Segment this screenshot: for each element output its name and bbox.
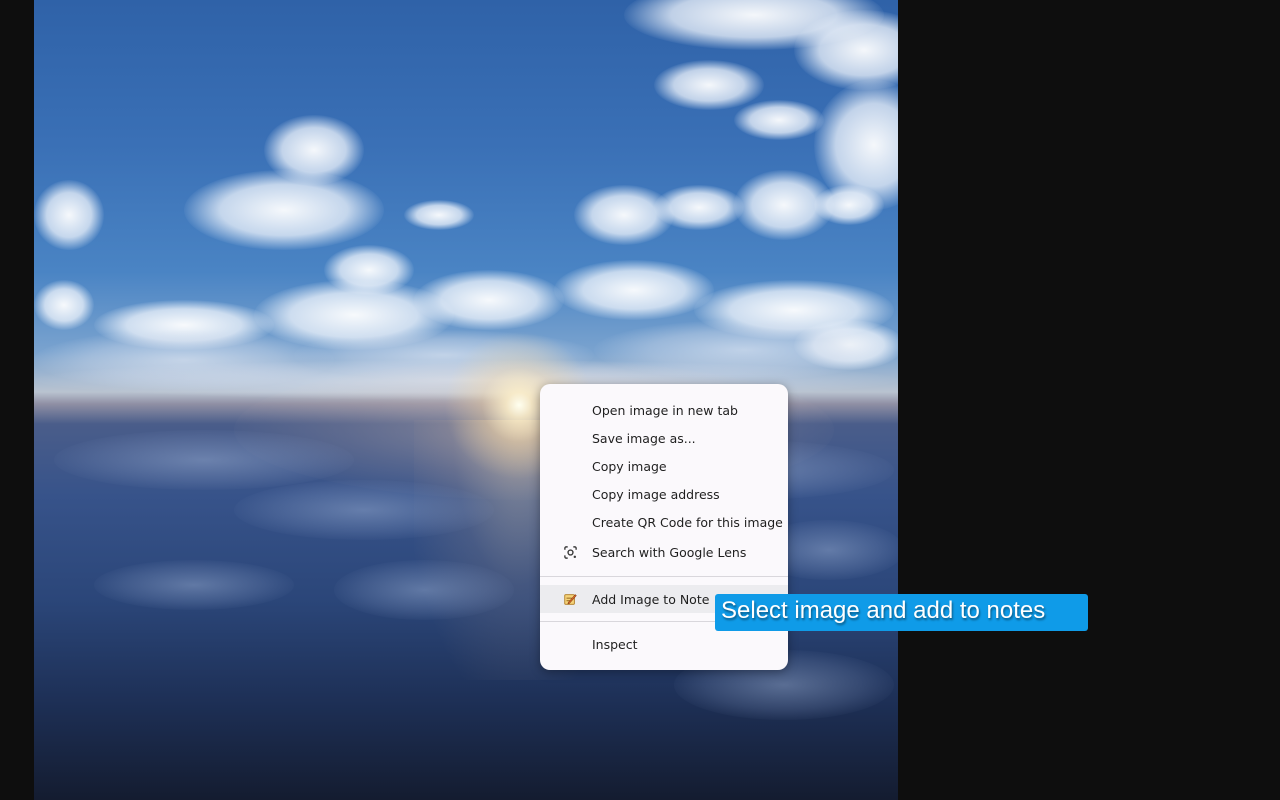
menu-item-open-image-new-tab[interactable]: Open image in new tab	[540, 396, 788, 424]
menu-item-create-qr-code[interactable]: Create QR Code for this image	[540, 508, 788, 536]
menu-item-inspect[interactable]: Inspect	[540, 630, 788, 658]
menu-item-label: Search with Google Lens	[592, 544, 747, 560]
menu-item-label: Add Image to Note	[592, 591, 710, 607]
menu-item-copy-image[interactable]: Copy image	[540, 452, 788, 480]
menu-item-label: Create QR Code for this image	[592, 514, 783, 530]
image-viewer: Open image in new tab Save image as... C…	[0, 0, 1280, 800]
callout-banner: Select image and add to notes	[715, 594, 1088, 631]
menu-item-search-google-lens[interactable]: Search with Google Lens	[540, 538, 788, 566]
menu-separator	[540, 576, 788, 577]
menu-item-copy-image-address[interactable]: Copy image address	[540, 480, 788, 508]
google-lens-icon	[562, 544, 578, 560]
menu-item-label: Open image in new tab	[592, 402, 738, 418]
menu-item-label: Save image as...	[592, 430, 696, 446]
menu-item-label: Inspect	[592, 636, 638, 652]
menu-item-label: Copy image	[592, 458, 667, 474]
callout-text: Select image and add to notes	[721, 597, 1046, 624]
menu-item-save-image-as[interactable]: Save image as...	[540, 424, 788, 452]
note-pencil-icon	[562, 591, 578, 607]
menu-item-label: Copy image address	[592, 486, 720, 502]
